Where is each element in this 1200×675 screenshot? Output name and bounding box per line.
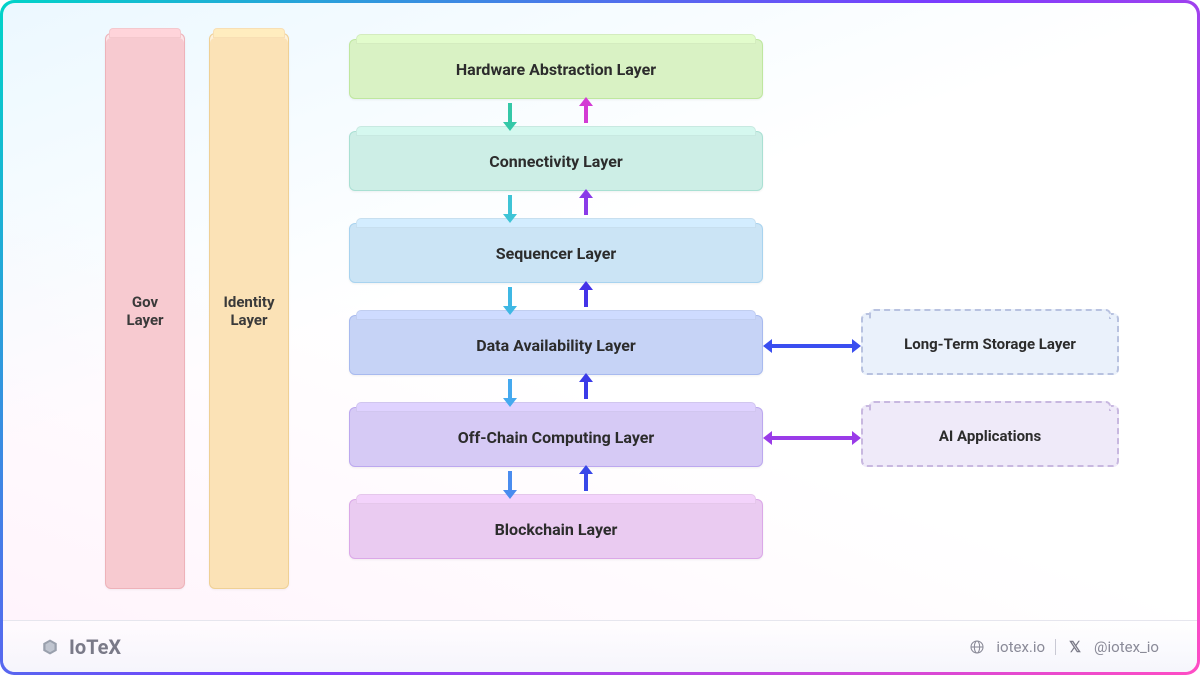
arrow-head-left-icon <box>763 339 772 353</box>
pillar-identity-label: Identity Layer <box>223 293 274 329</box>
sidebox-long-term-storage: Long-Term Storage Layer <box>861 313 1119 375</box>
arrow-shaft <box>772 436 852 440</box>
arrow-shaft <box>584 471 588 491</box>
arrow-head-right-icon <box>852 431 861 445</box>
arrow-shaft <box>584 287 588 307</box>
arrow-head-right-icon <box>852 339 861 353</box>
layer-hardware-abstraction: Hardware Abstraction Layer <box>349 39 763 99</box>
sidebox-storage-label: Long-Term Storage Layer <box>904 335 1076 353</box>
arrow-shaft <box>508 103 512 123</box>
layer-hal-label: Hardware Abstraction Layer <box>456 60 656 79</box>
sidebox-ai-label: AI Applications <box>939 427 1041 445</box>
arrow-shaft <box>508 471 512 491</box>
arrow-down-5 <box>503 467 517 497</box>
footer-site-text: iotex.io <box>996 638 1045 656</box>
pillar-gov-label: Gov Layer <box>126 293 163 329</box>
footer-links: iotex.io 𝕏 @iotex_io <box>968 638 1159 656</box>
harrow-da-to-storage <box>765 339 859 353</box>
arrow-head-left-icon <box>763 431 772 445</box>
arrow-shaft <box>584 195 588 215</box>
layer-sequencer: Sequencer Layer <box>349 223 763 283</box>
arrow-head-up-icon <box>579 373 593 382</box>
arrow-head-up-icon <box>579 189 593 198</box>
brand-name: IoTeX <box>69 635 121 659</box>
arrow-up-5 <box>579 467 593 497</box>
footer-handle-text: @iotex_io <box>1094 638 1159 656</box>
layer-blockchain: Blockchain Layer <box>349 499 763 559</box>
gradient-frame: Gov Layer Identity Layer Hardware Abstra… <box>0 0 1200 675</box>
arrow-shaft <box>584 103 588 123</box>
brand-block: IoTeX <box>41 635 121 659</box>
canvas-surface: Gov Layer Identity Layer Hardware Abstra… <box>3 3 1197 672</box>
sidebox-ai-applications: AI Applications <box>861 405 1119 467</box>
arrow-down-4 <box>503 375 517 405</box>
arrow-head-down-icon <box>503 214 517 223</box>
arrow-shaft <box>772 344 852 348</box>
pillar-identity-layer: Identity Layer <box>209 33 289 589</box>
globe-icon <box>968 638 986 656</box>
x-logo-icon: 𝕏 <box>1066 638 1084 656</box>
arrow-up-3 <box>579 283 593 313</box>
arrow-head-down-icon <box>503 398 517 407</box>
footer-bar: IoTeX iotex.io 𝕏 @iotex_io <box>3 620 1197 672</box>
arrow-head-up-icon <box>579 97 593 106</box>
layer-da-label: Data Availability Layer <box>476 336 636 355</box>
arrow-down-2 <box>503 191 517 221</box>
arrow-down-1 <box>503 99 517 129</box>
layer-bc-label: Blockchain Layer <box>495 520 618 539</box>
harrow-occ-to-ai <box>765 431 859 445</box>
arrow-head-down-icon <box>503 306 517 315</box>
arrow-head-down-icon <box>503 122 517 131</box>
diagram-canvas: Gov Layer Identity Layer Hardware Abstra… <box>3 3 1197 672</box>
arrow-up-2 <box>579 191 593 221</box>
arrow-shaft <box>508 287 512 307</box>
arrow-head-up-icon <box>579 465 593 474</box>
layer-off-chain-computing: Off-Chain Computing Layer <box>349 407 763 467</box>
layer-occ-label: Off-Chain Computing Layer <box>458 428 655 447</box>
arrow-up-4 <box>579 375 593 405</box>
layer-seq-label: Sequencer Layer <box>496 244 616 263</box>
iotex-logo-icon <box>41 638 59 656</box>
arrow-down-3 <box>503 283 517 313</box>
pillar-gov-layer: Gov Layer <box>105 33 185 589</box>
arrow-shaft <box>584 379 588 399</box>
arrow-shaft <box>508 195 512 215</box>
layer-connectivity: Connectivity Layer <box>349 131 763 191</box>
layer-conn-label: Connectivity Layer <box>489 152 622 171</box>
arrow-head-down-icon <box>503 490 517 499</box>
footer-separator <box>1055 639 1056 655</box>
arrow-up-1 <box>579 99 593 129</box>
layer-data-availability: Data Availability Layer <box>349 315 763 375</box>
arrow-head-up-icon <box>579 281 593 290</box>
arrow-shaft <box>508 379 512 399</box>
